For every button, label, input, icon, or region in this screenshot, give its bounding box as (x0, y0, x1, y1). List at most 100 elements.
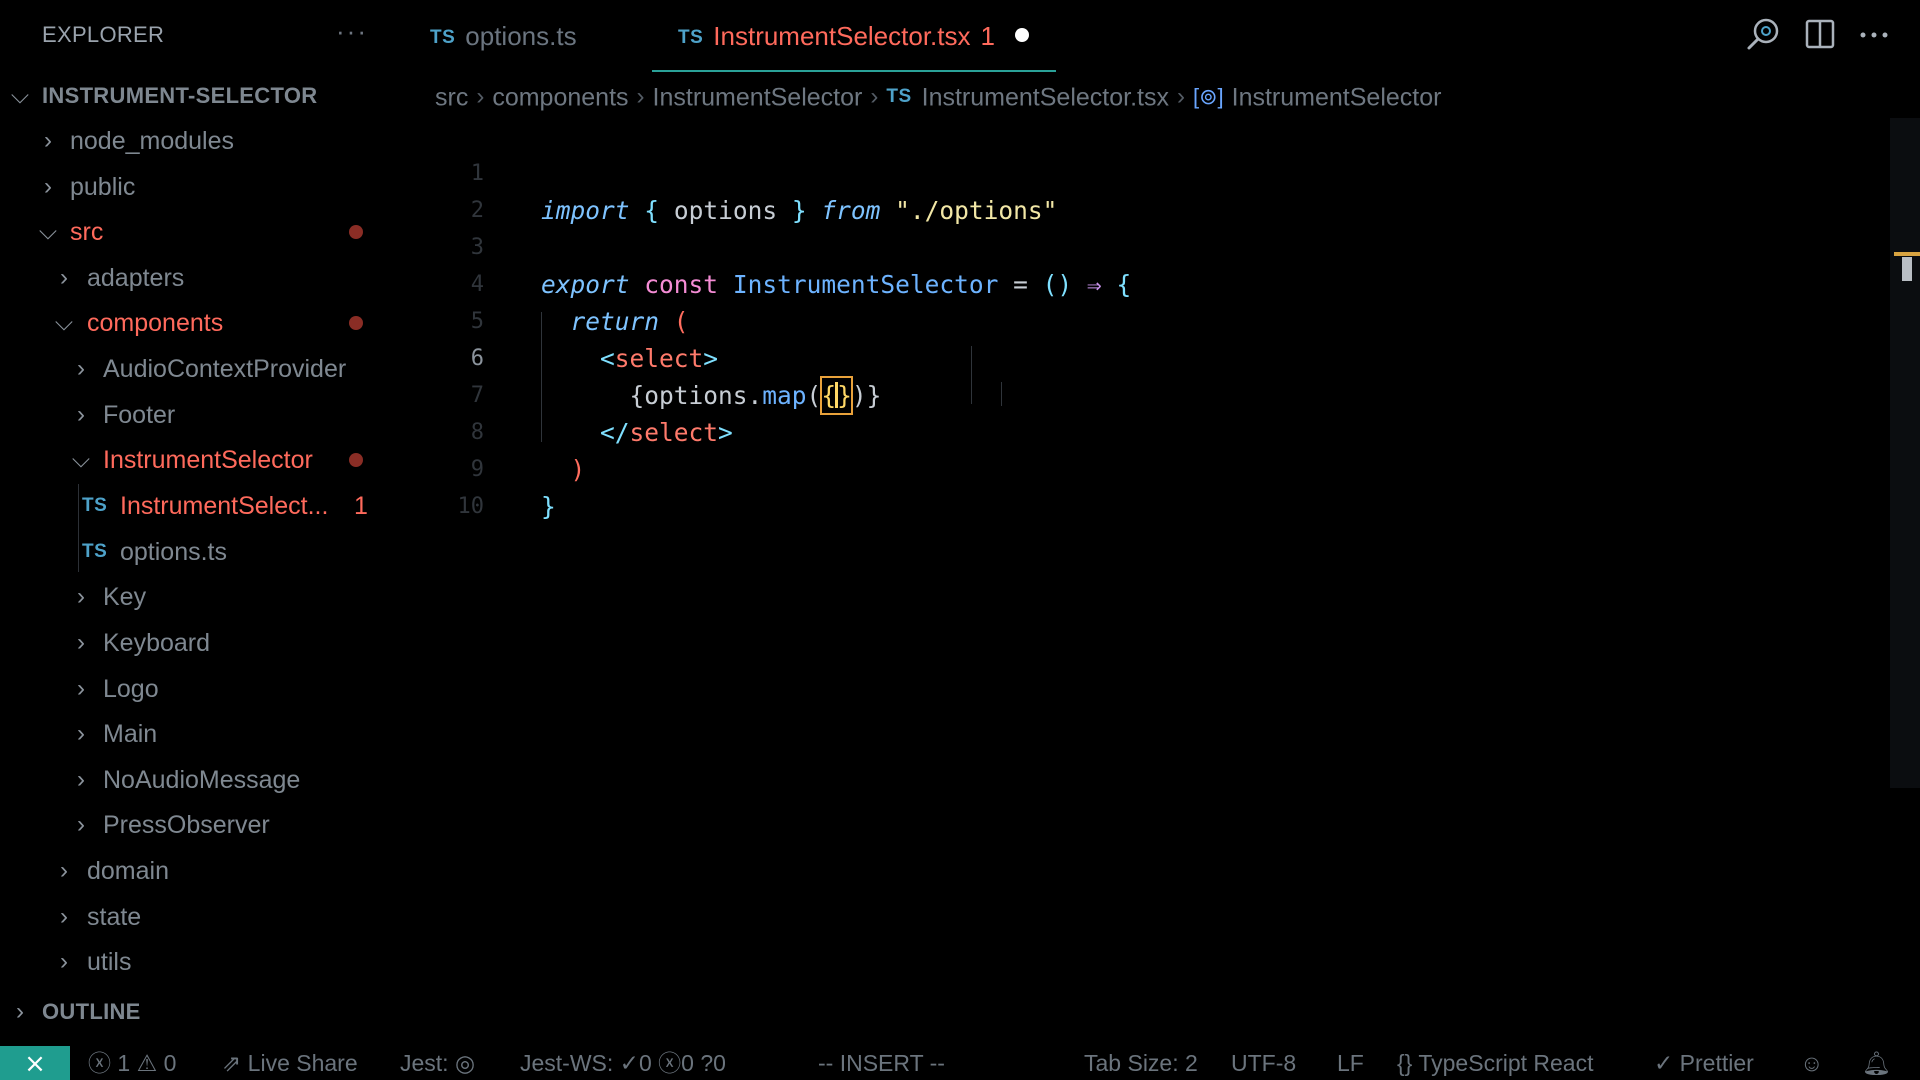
warning-icon: ⚠ (136, 1050, 158, 1076)
problems-indicator[interactable]: ⓧ 1 ⚠ 0 (88, 1046, 176, 1080)
tree-item-logo[interactable]: › Logo (0, 669, 398, 709)
live-share-button[interactable]: ⇗ Live Share (222, 1046, 358, 1080)
tree-item-src[interactable]: ⌵ src (0, 212, 398, 252)
code-line: 5 <select> (398, 266, 1798, 373)
tree-item-label: adapters (87, 264, 185, 292)
chevron-right-icon: › (77, 811, 85, 838)
tree-item-state[interactable]: › state (0, 897, 398, 937)
tab-options-ts[interactable]: TS options.ts (430, 0, 577, 72)
tree-item-label: PressObserver (103, 811, 270, 839)
check-double-icon: ✓ (1654, 1050, 1674, 1076)
breadcrumb-item[interactable]: src (435, 83, 468, 111)
code-line: 9 } (398, 414, 1798, 521)
chevron-down-icon: ⌵ (54, 309, 74, 336)
bell-icon[interactable]: 🔔︎ (1862, 1046, 1891, 1080)
tree-item-noaudiomessage[interactable]: › NoAudioMessage (0, 760, 398, 800)
tree-item-instrumentselector-folder[interactable]: ⌵ InstrumentSelector (0, 440, 398, 480)
encoding-button[interactable]: UTF-8 (1231, 1046, 1296, 1080)
tree-item-public[interactable]: › public (0, 167, 398, 207)
tree-item-audiocontextprovider[interactable]: › AudioContextProvider (0, 349, 398, 389)
chevron-right-icon: › (60, 948, 68, 975)
tree-item-node-modules[interactable]: › node_modules (0, 121, 398, 161)
chevron-down-icon: ⌵ (38, 218, 58, 245)
tree-item-label: InstrumentSelect... (120, 492, 329, 520)
breadcrumb-symbol[interactable]: InstrumentSelector (1232, 83, 1442, 111)
tree-item-label: public (70, 173, 136, 201)
workspace-root[interactable]: ⌵ INSTRUMENT-SELECTOR (0, 76, 398, 116)
typescript-icon: TS (82, 541, 108, 562)
tree-item-domain[interactable]: › domain (0, 851, 398, 891)
split-editor-icon[interactable] (1800, 14, 1840, 54)
chevron-right-icon: › (60, 857, 68, 884)
symbol-variable-icon: [⊚] (1192, 84, 1224, 110)
tree-item-label: NoAudioMessage (103, 766, 301, 794)
typescript-icon: TS (430, 27, 456, 48)
outline-section[interactable]: › OUTLINE (0, 992, 398, 1032)
tree-item-pressobserver[interactable]: › PressObserver (0, 805, 398, 845)
line-number: 10 (457, 494, 485, 519)
modified-dot (349, 316, 363, 330)
search-icon[interactable] (1744, 14, 1784, 54)
chevron-right-icon: › (44, 127, 52, 154)
language-label: TypeScript React (1418, 1050, 1594, 1076)
tab-bar: TS options.ts TS InstrumentSelector.tsx 1 (398, 0, 1920, 76)
code-editor[interactable]: 1 import { options } from "./options" 2 … (398, 118, 1888, 1038)
tree-item-utils[interactable]: › utils (0, 942, 398, 982)
status-bar: ⨯ ⓧ 1 ⚠ 0 ⇗ Live Share Jest: ◎ Jest-WS: … (0, 1046, 1920, 1080)
chevron-right-icon: › (44, 173, 52, 200)
chevron-right-icon: › (60, 903, 68, 930)
code-line: 3 export const InstrumentSelector = () ⇒… (398, 192, 1798, 299)
unsaved-dot-icon[interactable] (1014, 28, 1029, 42)
tree-item-options-file[interactable]: TS options.ts (0, 532, 398, 572)
tab-size-button[interactable]: Tab Size: 2 (1084, 1046, 1198, 1080)
tab-instrumentselector-tsx[interactable]: TS InstrumentSelector.tsx 1 (678, 0, 1029, 72)
live-share-label: Live Share (247, 1050, 358, 1076)
tree-item-components[interactable]: ⌵ components (0, 303, 398, 343)
prettier-button[interactable]: ✓ Prettier (1654, 1046, 1754, 1080)
jest-ws-status[interactable]: Jest-WS: ✓0 ⓧ0 ?0 (520, 1046, 726, 1080)
feedback-icon[interactable]: ☺ (1800, 1046, 1823, 1080)
editor-scrollbar[interactable] (1890, 118, 1920, 788)
explorer-more-button[interactable]: ··· (336, 16, 368, 47)
active-tab-indicator (652, 70, 1056, 72)
code-line: 8 ) (398, 377, 1798, 484)
typescript-icon: TS (82, 495, 108, 516)
code-line: 4 return ( (398, 229, 1798, 336)
tree-item-instrumentselector-file[interactable]: TS InstrumentSelect... 1 (0, 486, 398, 526)
chevron-right-icon: › (1176, 83, 1185, 111)
watch-icon: ◎ (454, 1050, 476, 1076)
tree-item-label: components (87, 309, 224, 337)
fail-count: 0 (681, 1050, 694, 1076)
chevron-down-icon: ⌵ (71, 446, 91, 473)
code-line: 10 (398, 451, 1798, 519)
chevron-down-icon: ⌵ (10, 82, 30, 109)
pass-count: 0 (638, 1050, 652, 1076)
tree-item-adapters[interactable]: › adapters (0, 258, 398, 298)
tree-item-main[interactable]: › Main (0, 714, 398, 754)
tree-item-label: utils (87, 948, 132, 976)
breadcrumb-item[interactable]: InstrumentSelector (653, 83, 863, 111)
tree-item-key[interactable]: › Key (0, 577, 398, 617)
code-text: } (541, 492, 556, 521)
breadcrumb-item[interactable]: components (492, 83, 628, 111)
tree-item-footer[interactable]: › Footer (0, 395, 398, 435)
warning-count: 0 (163, 1050, 177, 1076)
error-count: 1 (117, 1050, 131, 1076)
more-actions-icon[interactable] (1854, 14, 1894, 54)
modified-dot (349, 453, 363, 467)
eol-button[interactable]: LF (1337, 1046, 1364, 1080)
scrollbar-thumb[interactable] (1902, 257, 1912, 281)
typescript-icon: TS (886, 86, 912, 108)
remote-indicator-icon[interactable]: ⨯ (0, 1046, 70, 1080)
code-line: 6 {options.map({})} (398, 303, 1798, 415)
language-mode-button[interactable]: {} TypeScript React (1397, 1046, 1594, 1080)
tab-problem-count: 1 (980, 21, 995, 51)
breadcrumb-file[interactable]: InstrumentSelector.tsx (922, 83, 1169, 111)
tab-label: options.ts (465, 21, 577, 51)
tree-item-keyboard[interactable]: › Keyboard (0, 623, 398, 663)
chevron-right-icon: › (77, 583, 85, 610)
jest-status[interactable]: Jest: ◎ (400, 1046, 475, 1080)
tree-item-label: Logo (103, 675, 159, 703)
modified-dot (349, 225, 363, 239)
tab-label: InstrumentSelector.tsx (713, 21, 971, 51)
